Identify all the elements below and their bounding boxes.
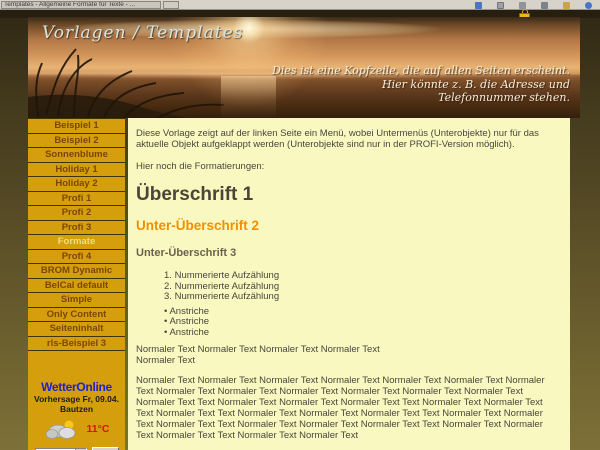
sidebar-item-sonnenblume[interactable]: Sonnenblume: [28, 148, 125, 163]
sidebar-item-beispiel-1[interactable]: Beispiel 1: [28, 119, 125, 134]
mail-icon[interactable]: [475, 2, 482, 9]
sidebar-item-brom-dynamic[interactable]: BROM Dynamic: [28, 264, 125, 279]
sidebar-item-simple[interactable]: Simple: [28, 293, 125, 308]
intro-paragraph: Diese Vorlage zeigt auf der linken Seite…: [136, 128, 560, 150]
normal-text-long: Normaler Text Normaler Text Normaler Tex…: [136, 375, 560, 441]
heading-2: Unter-Überschrift 2: [136, 219, 560, 233]
bullet-list-item: Anstriche: [164, 317, 560, 328]
sidebar-item-only-content[interactable]: Only Content: [28, 308, 125, 323]
bullet-list: Anstriche Anstriche Anstriche: [136, 307, 560, 339]
sidebar-item-seiteninhalt[interactable]: Seiteninhalt: [28, 322, 125, 337]
sidebar-item-profi-1[interactable]: Profi 1: [28, 192, 125, 207]
bullet-list-item: Anstriche: [164, 328, 560, 339]
messenger-icon[interactable]: [563, 2, 570, 9]
heading-1: Überschrift 1: [136, 185, 560, 205]
bullet-list-item: Anstriche: [164, 307, 560, 318]
sidebar-item-profi-4[interactable]: Profi 4: [28, 250, 125, 265]
sidebar-item-belcal-default[interactable]: BelCal default: [28, 279, 125, 294]
tagline-line: Hier könnte z. B. die Adresse und: [272, 78, 570, 92]
sidebar-item-formate[interactable]: Formate: [28, 235, 125, 250]
header-tagline: Dies ist eine Kopfzeile, die auf allen S…: [272, 64, 570, 105]
numbered-list-item: Nummerierte Aufzählung: [164, 271, 560, 282]
site-title: Vorlagen / Templates: [42, 23, 243, 43]
formats-label: Hier noch die Formatierungen:: [136, 161, 560, 172]
sidebar-item-beispiel-2[interactable]: Beispiel 2: [28, 134, 125, 149]
browser-tab-title: Templates - Allgemeine Formate für Texte…: [4, 1, 135, 8]
sidebar-menu: Beispiel 1 Beispiel 2 Sonnenblume Holida…: [28, 118, 125, 351]
forecast-city: Bautzen: [28, 404, 125, 414]
sidebar-item-rls-beispiel-3[interactable]: rls-Beispiel 3: [28, 337, 125, 352]
weather-widget: WetterOnline Vorhersage Fr, 09.04. Bautz…: [28, 380, 125, 450]
sidebar: Beispiel 1 Beispiel 2 Sonnenblume Holida…: [28, 118, 125, 450]
normal-text-short: Normaler Text Normaler Text Normaler Tex…: [136, 344, 560, 366]
sidebar-item-holiday-2[interactable]: Holiday 2: [28, 177, 125, 192]
tagline-line: Telefonnummer stehen.: [272, 91, 570, 105]
screen: Templates - Allgemeine Formate für Texte…: [0, 0, 600, 450]
header-banner: Vorlagen / Templates Dies ist eine Kopfz…: [28, 17, 580, 118]
normal-text-line: Normaler Text Normaler Text Normaler Tex…: [136, 344, 380, 355]
sidebar-item-profi-2[interactable]: Profi 2: [28, 206, 125, 221]
browser-toolbar-icons: [475, 1, 592, 9]
numbered-list: Nummerierte Aufzählung Nummerierte Aufzä…: [136, 271, 560, 303]
discuss-icon[interactable]: [541, 2, 548, 9]
tagline-line: Dies ist eine Kopfzeile, die auf allen S…: [272, 64, 570, 78]
browser-titlebar: Templates - Allgemeine Formate für Texte…: [0, 0, 600, 10]
sun-behind-cloud-icon: [44, 418, 80, 440]
temperature-value: 11°C: [87, 423, 110, 435]
heading-3: Unter-Überschrift 3: [136, 247, 560, 259]
main-content: Diese Vorlage zeigt auf der linken Seite…: [128, 118, 570, 450]
browser-tab[interactable]: Templates - Allgemeine Formate für Texte…: [1, 1, 161, 9]
numbered-list-item: Nummerierte Aufzählung: [164, 292, 560, 303]
print-icon[interactable]: [497, 2, 504, 9]
browser-tab-spacer: [163, 1, 179, 9]
help-icon[interactable]: [585, 2, 592, 9]
forecast-label: Vorhersage Fr, 09.04.: [28, 394, 125, 404]
wetteronline-logo[interactable]: WetterOnline: [28, 380, 125, 394]
sidebar-item-profi-3[interactable]: Profi 3: [28, 221, 125, 236]
edit-icon[interactable]: [519, 2, 526, 9]
sidebar-item-holiday-1[interactable]: Holiday 1: [28, 163, 125, 178]
normal-text-line: Normaler Text: [136, 355, 195, 366]
